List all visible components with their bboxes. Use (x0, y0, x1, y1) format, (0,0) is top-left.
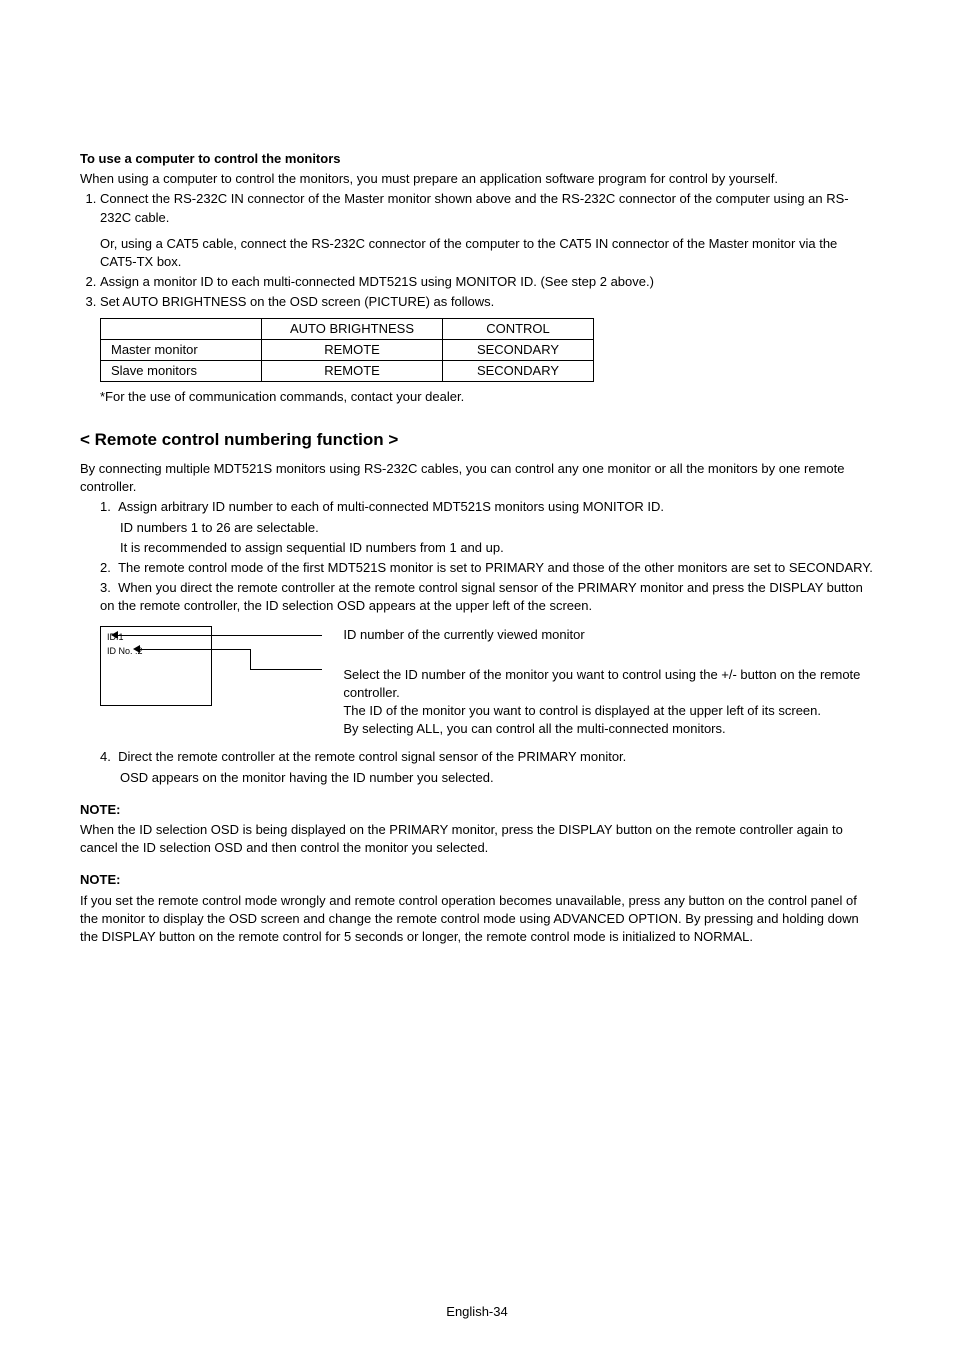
cell: SECONDARY (443, 360, 594, 381)
caption-id-current: ID number of the currently viewed monito… (343, 626, 874, 644)
cell: Slave monitors (101, 360, 262, 381)
s2-step1c: It is recommended to assign sequential I… (80, 539, 874, 557)
s2-step1-text: Assign arbitrary ID number to each of mu… (118, 499, 664, 514)
section2-heading: < Remote control numbering function > (80, 428, 874, 452)
cell: REMOTE (262, 339, 443, 360)
s2-step2-text: The remote control mode of the first MDT… (118, 560, 873, 575)
page-footer: English-34 (0, 1303, 954, 1321)
arrow-icon (111, 631, 118, 639)
note1-label: NOTE: (80, 801, 874, 819)
step-2: Assign a monitor ID to each multi-connec… (100, 273, 874, 291)
s2-step2: 2. The remote control mode of the first … (80, 559, 874, 577)
s2-step4a: 4. Direct the remote controller at the r… (80, 748, 874, 766)
s2-step3: 3. When you direct the remote controller… (80, 579, 874, 615)
s2-step1: 1. Assign arbitrary ID number to each of… (80, 498, 874, 516)
arrow-icon (133, 645, 140, 653)
connector-line (118, 635, 322, 636)
caption-id-select-b: The ID of the monitor you want to contro… (343, 702, 874, 720)
caption-id-select: Select the ID number of the monitor you … (343, 666, 874, 702)
s2-step1b: ID numbers 1 to 26 are selectable. (80, 519, 874, 537)
manual-page: To use a computer to control the monitor… (0, 0, 954, 1351)
col-control: CONTROL (443, 318, 594, 339)
section1-footnote: *For the use of communication commands, … (80, 388, 874, 406)
table-row: AUTO BRIGHTNESS CONTROL (101, 318, 594, 339)
note2-text: If you set the remote control mode wrong… (80, 892, 874, 947)
section1-heading: To use a computer to control the monitor… (80, 150, 874, 168)
section2-intro: By connecting multiple MDT521S monitors … (80, 460, 874, 496)
osd-diagram: ID:1 ID No. :2 ID number of the currentl… (100, 626, 874, 739)
cell: SECONDARY (443, 339, 594, 360)
note1-text: When the ID selection OSD is being displ… (80, 821, 874, 857)
cell: Master monitor (101, 339, 262, 360)
connector-line (250, 649, 251, 669)
section1-intro: When using a computer to control the mon… (80, 170, 874, 188)
col-auto-brightness: AUTO BRIGHTNESS (262, 318, 443, 339)
step-1-text: Connect the RS-232C IN connector of the … (100, 191, 849, 224)
diagram-captions: ID number of the currently viewed monito… (343, 626, 874, 739)
diagram-connectors (212, 626, 213, 704)
table-row: Master monitor REMOTE SECONDARY (101, 339, 594, 360)
s2-step4a-text: Direct the remote controller at the remo… (118, 749, 626, 764)
step-3: Set AUTO BRIGHTNESS on the OSD screen (P… (100, 293, 874, 311)
cell: REMOTE (262, 360, 443, 381)
s2-step3-text: When you direct the remote controller at… (100, 580, 863, 613)
table-row: Slave monitors REMOTE SECONDARY (101, 360, 594, 381)
step-1: Connect the RS-232C IN connector of the … (100, 190, 874, 271)
connector-line (140, 649, 250, 650)
col-blank (101, 318, 262, 339)
brightness-table: AUTO BRIGHTNESS CONTROL Master monitor R… (100, 318, 594, 383)
step-1b-text: Or, using a CAT5 cable, connect the RS-2… (100, 236, 837, 269)
note2-label: NOTE: (80, 871, 874, 889)
connector-line (250, 669, 322, 670)
s2-step4b: OSD appears on the monitor having the ID… (80, 769, 874, 787)
section1-steps: Connect the RS-232C IN connector of the … (100, 190, 874, 311)
caption-id-select-c: By selecting ALL, you can control all th… (343, 720, 874, 738)
